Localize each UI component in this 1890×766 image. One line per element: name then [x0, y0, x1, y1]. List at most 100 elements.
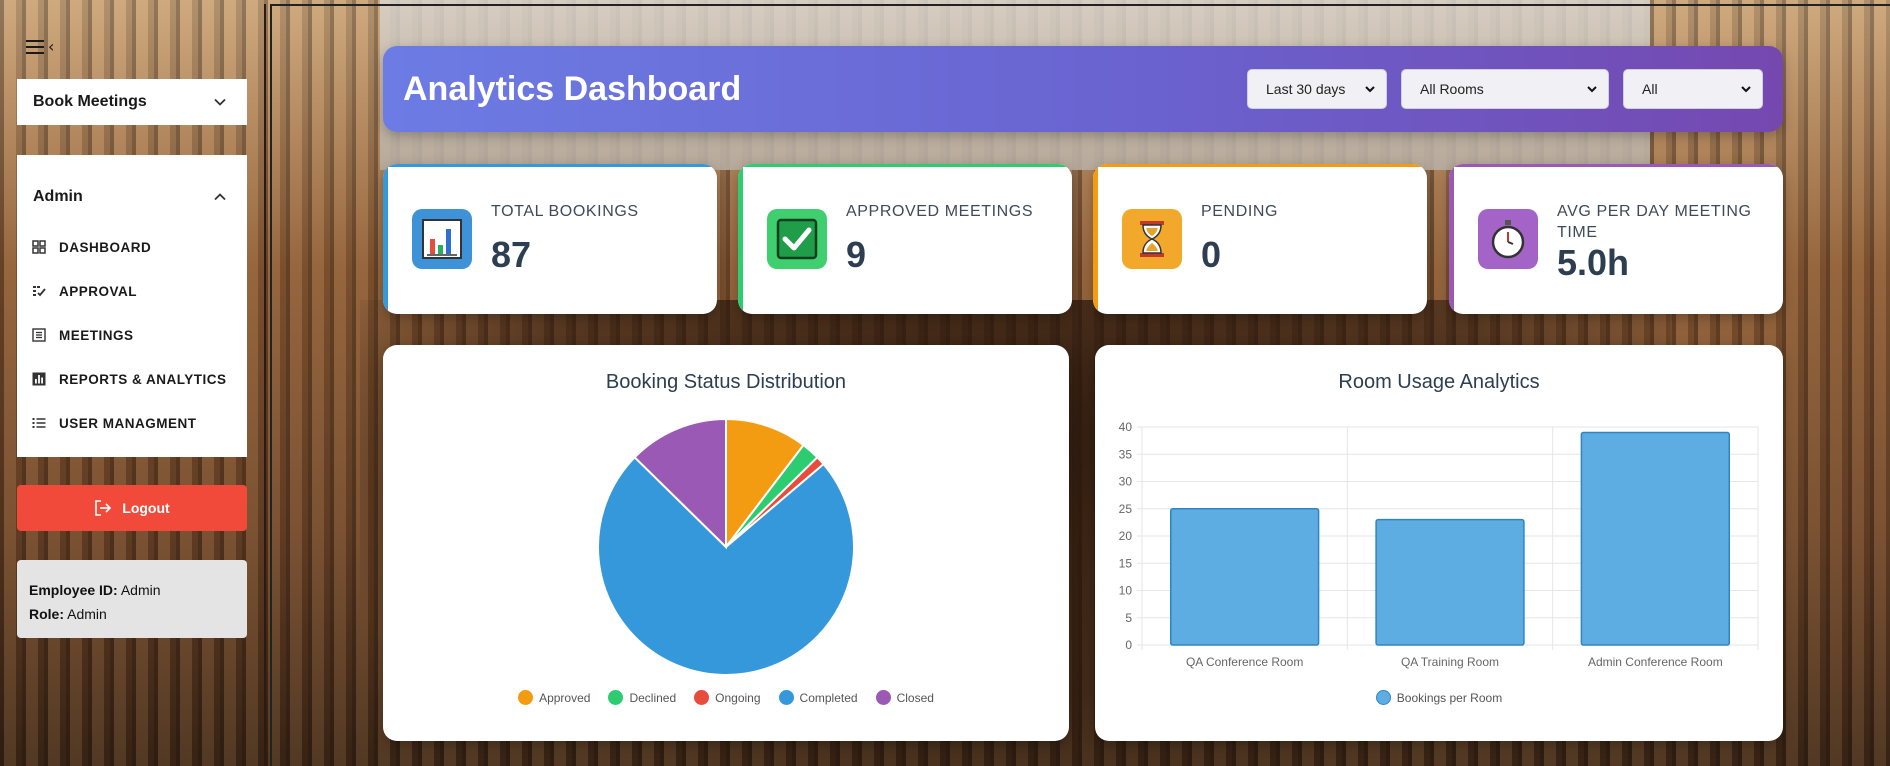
chevron-down-icon — [1365, 86, 1375, 93]
stat-card-pending: PENDING 0 — [1093, 164, 1427, 314]
room-select[interactable]: All Rooms — [1401, 69, 1609, 109]
bar-chart-icon — [412, 209, 472, 269]
bar-legend: Bookings per Room — [1095, 690, 1783, 705]
pie-legend: Approved Declined Ongoing Completed Closed — [383, 690, 1069, 705]
period-select[interactable]: Last 30 days — [1247, 69, 1387, 109]
admin-menu: Admin DASHBOARD APPROVAL MEETINGS REPORT… — [17, 155, 247, 457]
stat-card-approved-meetings: APPROVED MEETINGS 9 — [738, 164, 1072, 314]
nav-label-meetings: MEETINGS — [59, 327, 134, 343]
role-row: Role: Admin — [29, 602, 235, 626]
role-value: Admin — [67, 606, 107, 622]
stat-value: 87 — [491, 234, 532, 275]
nav-label-user-management: USER MANAGMENT — [59, 415, 197, 431]
legend-label: Completed — [799, 690, 858, 705]
chevron-left-icon: ‹ — [48, 37, 55, 56]
admin-label: Admin — [33, 188, 83, 205]
x-tick-label: QA Training Room — [1401, 655, 1499, 669]
user-info-box: Employee ID: Admin Role: Admin — [17, 560, 247, 638]
legend-item-completed[interactable]: Completed — [778, 690, 858, 705]
room-usage-panel: Room Usage Analytics 0 5 10 15 20 25 30 35 40 QA … — [1095, 345, 1783, 741]
legend-swatch — [875, 690, 891, 705]
y-tick-label: 20 — [1119, 529, 1133, 543]
sidebar-toggle-button[interactable]: ‹ — [26, 36, 68, 58]
logout-button[interactable]: Logout — [17, 485, 247, 531]
status-select[interactable]: All — [1623, 69, 1763, 109]
y-tick-label: 30 — [1119, 475, 1133, 489]
chevron-down-icon — [214, 98, 226, 106]
sidebar: ‹ Book Meetings Admin DASHBOARD APPROVAL… — [0, 0, 266, 766]
book-meetings-label: Book Meetings — [33, 93, 147, 110]
nav-item-reports-analytics[interactable]: REPORTS & ANALYTICS — [17, 357, 247, 401]
logout-icon — [95, 500, 112, 516]
frame-top-border — [271, 4, 1890, 6]
book-meetings-dropdown[interactable]: Book Meetings — [17, 79, 247, 125]
nav-label-reports-analytics: REPORTS & ANALYTICS — [59, 371, 227, 387]
page-title: Analytics Dashboard — [403, 69, 742, 108]
nav-item-meetings[interactable]: MEETINGS — [17, 313, 247, 357]
list-icon — [31, 415, 47, 431]
approval-icon — [31, 283, 47, 299]
logout-label: Logout — [122, 500, 170, 516]
role-label: Role: — [29, 606, 64, 622]
room-select-value: All Rooms — [1420, 81, 1484, 97]
legend-item-declined[interactable]: Declined — [608, 690, 676, 705]
stopwatch-icon — [1478, 209, 1538, 269]
legend-label: Bookings per Room — [1396, 690, 1503, 705]
y-tick-label: 5 — [1125, 611, 1132, 625]
bar-qa-conference-room[interactable] — [1169, 508, 1320, 646]
y-tick-label: 40 — [1119, 420, 1133, 434]
nav-item-approval[interactable]: APPROVAL — [17, 269, 247, 313]
chevron-down-icon — [1741, 86, 1751, 93]
bar-chart-icon — [31, 371, 47, 387]
chevron-down-icon — [1587, 86, 1597, 93]
hamburger-icon — [26, 40, 44, 54]
employee-id-value: Admin — [120, 582, 161, 598]
legend-label: Ongoing — [715, 690, 761, 705]
status-select-value: All — [1642, 81, 1658, 97]
y-tick-label: 25 — [1119, 502, 1133, 516]
nav-item-user-management[interactable]: USER MANAGMENT — [17, 401, 247, 445]
grid-icon — [31, 239, 47, 255]
employee-id-row: Employee ID: Admin — [29, 578, 235, 602]
stat-value: 0 — [1201, 234, 1222, 275]
nav-label-approval: APPROVAL — [59, 283, 138, 299]
chevron-up-icon — [214, 193, 226, 201]
stat-label: PENDING — [1201, 203, 1279, 220]
admin-menu-header[interactable]: Admin — [17, 155, 247, 217]
legend-label: Approved — [539, 690, 591, 705]
x-tick-label: Admin Conference Room — [1588, 655, 1723, 669]
dashboard-header: Analytics Dashboard Last 30 days All Roo… — [383, 46, 1783, 132]
legend-swatch — [694, 690, 710, 705]
legend-label: Declined — [629, 690, 677, 705]
bar-qa-training-room[interactable] — [1375, 518, 1525, 646]
legend-item-bookings-per-room[interactable]: Bookings per Room — [1375, 690, 1503, 705]
y-tick-label: 10 — [1119, 584, 1133, 598]
y-tick-label: 15 — [1119, 556, 1133, 570]
legend-swatch — [518, 690, 534, 705]
y-tick-label: 0 — [1125, 638, 1132, 652]
legend-item-ongoing[interactable]: Ongoing — [694, 690, 761, 705]
period-select-value: Last 30 days — [1266, 81, 1346, 97]
list-box-icon — [31, 327, 47, 343]
booking-status-pie-chart — [597, 417, 855, 676]
legend-label: Closed — [896, 690, 934, 705]
employee-id-label: Employee ID: — [29, 582, 118, 598]
nav-label-dashboard: DASHBOARD — [59, 239, 152, 255]
stat-label: AVG PER DAY MEETING TIME — [1557, 203, 1752, 241]
y-tick-label: 35 — [1119, 447, 1133, 461]
booking-status-panel: Booking Status Distribution Approved Decl… — [383, 345, 1069, 741]
stat-value: 9 — [846, 234, 867, 275]
stat-card-avg-meeting-time: AVG PER DAY MEETING TIME 5.0h — [1449, 164, 1783, 314]
nav-item-dashboard[interactable]: DASHBOARD — [17, 225, 247, 269]
legend-swatch — [1375, 690, 1391, 705]
stat-card-total-bookings: TOTAL BOOKINGS 87 — [383, 164, 717, 314]
stat-label: TOTAL BOOKINGS — [491, 203, 639, 220]
legend-item-closed[interactable]: Closed — [875, 690, 934, 705]
bar-admin-conference-room[interactable] — [1580, 431, 1731, 646]
check-icon — [767, 209, 827, 269]
hourglass-icon — [1122, 209, 1182, 269]
stat-value: 5.0h — [1557, 242, 1630, 283]
x-tick-label: QA Conference Room — [1186, 655, 1303, 669]
legend-item-approved[interactable]: Approved — [518, 690, 590, 705]
legend-swatch — [778, 690, 794, 705]
